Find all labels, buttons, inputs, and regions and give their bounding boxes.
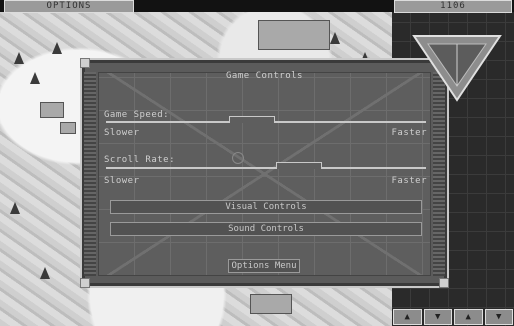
- game-speed-max-label: Faster: [391, 128, 427, 138]
- tree: [30, 72, 40, 84]
- dialog-title: Game Controls: [226, 71, 303, 81]
- scroll-down-icon[interactable]: ▼: [484, 309, 513, 325]
- scroll-up-icon[interactable]: ▲: [393, 309, 422, 325]
- top-bar: OPTIONS 1106: [0, 0, 514, 13]
- slider-thumb[interactable]: [276, 162, 322, 169]
- scroll-rate-slider[interactable]: [106, 162, 426, 174]
- scroll-down-icon[interactable]: ▼: [423, 309, 452, 325]
- sidebar-button-row: ▲ ▼ ▲ ▼: [392, 308, 514, 326]
- scroll-up-icon[interactable]: ▲: [454, 309, 483, 325]
- slider-track: [106, 167, 426, 169]
- frame-rivet: [80, 58, 90, 68]
- structure[interactable]: [250, 294, 292, 314]
- dialog-frame-right: [433, 72, 445, 276]
- credits-counter: 1106: [394, 0, 512, 13]
- tree: [330, 32, 340, 44]
- enemy-structure[interactable]: [258, 20, 330, 50]
- game-speed-min-label: Slower: [104, 128, 140, 138]
- slider-thumb[interactable]: [229, 116, 275, 123]
- options-tab[interactable]: OPTIONS: [4, 0, 134, 13]
- game-screen: ▲ ▼ ▲ ▼ OPTIONS 1106 Game Controls Game …: [0, 0, 514, 326]
- tree: [10, 202, 20, 214]
- dialog-panel: [98, 72, 431, 276]
- unit-cluster[interactable]: [40, 102, 64, 118]
- options-menu-button[interactable]: Options Menu: [228, 259, 300, 273]
- sound-controls-button[interactable]: Sound Controls: [110, 222, 422, 236]
- frame-rivet: [80, 278, 90, 288]
- tree: [14, 52, 24, 64]
- unit-cluster[interactable]: [60, 122, 76, 134]
- scroll-rate-max-label: Faster: [391, 176, 427, 186]
- dialog-frame-left: [84, 72, 96, 276]
- visual-controls-button[interactable]: Visual Controls: [110, 200, 422, 214]
- tree: [40, 267, 50, 279]
- game-controls-dialog: Game Controls Game Speed: Slower Faster …: [80, 58, 449, 288]
- tree: [52, 42, 62, 54]
- scroll-rate-min-label: Slower: [104, 176, 140, 186]
- frame-rivet: [439, 278, 449, 288]
- game-speed-slider[interactable]: [106, 116, 426, 128]
- faction-emblem-icon: [412, 35, 502, 102]
